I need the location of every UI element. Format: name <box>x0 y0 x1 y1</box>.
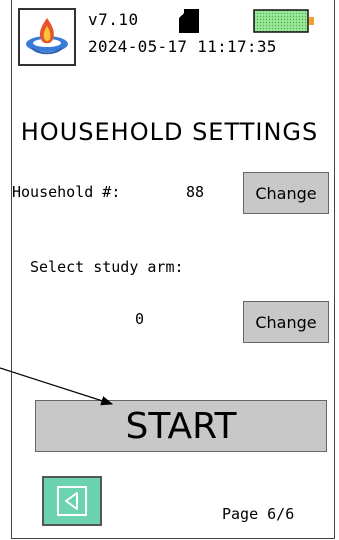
annotation-arrow <box>0 367 114 406</box>
